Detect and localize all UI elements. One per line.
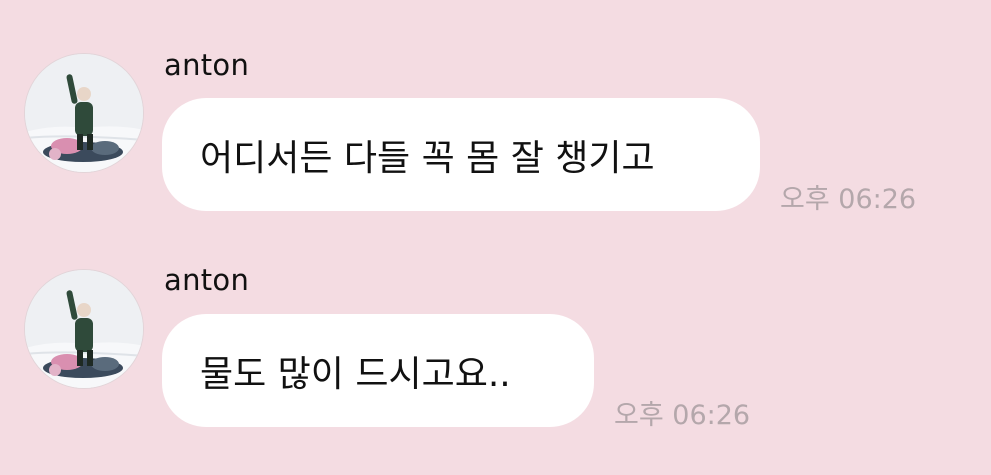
message-bubble[interactable]: 어디서든 다들 꼭 몸 잘 챙기고 <box>162 98 760 211</box>
message-timestamp: 오후 06:26 <box>614 400 751 431</box>
message-bubble[interactable]: 물도 많이 드시고요.. <box>162 314 594 427</box>
sender-avatar[interactable] <box>24 53 144 173</box>
profile-photo-icon <box>25 270 143 388</box>
sender-avatar[interactable] <box>24 269 144 389</box>
message-timestamp: 오후 06:26 <box>780 184 917 215</box>
profile-photo-icon <box>25 54 143 172</box>
sender-name: anton <box>164 48 250 82</box>
message-text: 어디서든 다들 꼭 몸 잘 챙기고 <box>200 137 655 179</box>
message-text: 물도 많이 드시고요.. <box>200 353 511 395</box>
sender-name: anton <box>164 263 250 297</box>
